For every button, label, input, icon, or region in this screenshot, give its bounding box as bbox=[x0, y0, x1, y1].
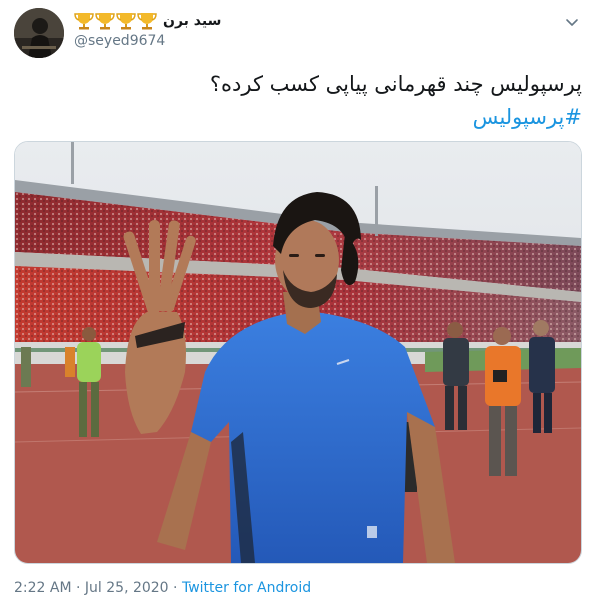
user-handle[interactable]: @seyed9674 bbox=[74, 33, 374, 49]
tweet-source-link[interactable]: Twitter for Android bbox=[182, 580, 311, 596]
tweet-text-line: پرسپولیس چند قهرمانی پیاپی کسب کرده؟ bbox=[209, 72, 582, 96]
avatar[interactable] bbox=[14, 8, 64, 58]
user-info: سید برن @seyed9674 bbox=[74, 10, 374, 49]
trophy-icon bbox=[95, 13, 115, 30]
trophy-icon bbox=[74, 13, 94, 30]
trophy-icon bbox=[116, 13, 136, 30]
display-name[interactable]: سید برن bbox=[163, 13, 221, 29]
tweet-photo[interactable] bbox=[14, 141, 582, 564]
trophy-icon bbox=[137, 13, 157, 30]
name-row[interactable]: سید برن bbox=[74, 10, 374, 32]
tweet-card: سید برن @seyed9674 پرسپولیس چند قهرمانی … bbox=[0, 0, 596, 615]
tweet-date[interactable]: Jul 25, 2020 bbox=[85, 580, 169, 596]
tweet-text: پرسپولیس چند قهرمانی پیاپی کسب کرده؟ #پر… bbox=[22, 68, 582, 134]
tweet-meta: 2:22 AM · Jul 25, 2020 · Twitter for And… bbox=[14, 580, 311, 596]
badge-group bbox=[74, 12, 157, 30]
meta-separator: · bbox=[76, 580, 81, 596]
hashtag-link[interactable]: #پرسپولیس bbox=[473, 105, 582, 129]
tweet-time[interactable]: 2:22 AM bbox=[14, 580, 72, 596]
chevron-down-icon[interactable] bbox=[564, 14, 580, 30]
meta-separator: · bbox=[173, 580, 178, 596]
photo-image bbox=[15, 142, 581, 563]
avatar-image bbox=[14, 8, 64, 58]
